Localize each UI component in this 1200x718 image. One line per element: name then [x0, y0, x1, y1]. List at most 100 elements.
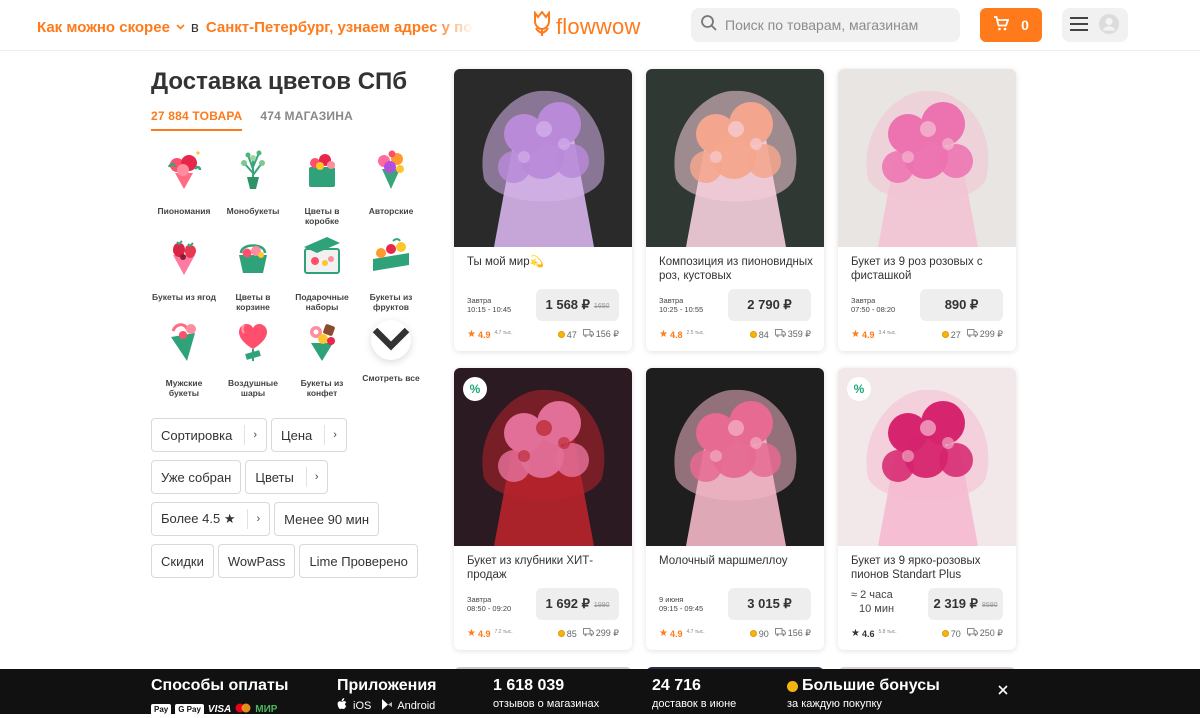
product-card[interactable]: Букет из 9 роз розовых с фисташкой Завтр…	[838, 69, 1016, 351]
category-berries[interactable]: Букеты из ягод	[151, 231, 217, 307]
chevron-down-icon[interactable]	[176, 22, 185, 33]
delivery-day: Завтра	[467, 296, 492, 305]
filter-ready[interactable]: Уже собран	[151, 460, 242, 494]
filter-label: Сортировка	[161, 427, 233, 443]
mens-bouquet-icon	[161, 317, 207, 368]
rating: ★ 4.9 4.7 тыс.	[659, 628, 705, 639]
product-name[interactable]: Букет из 9 роз розовых с фисташкой	[851, 255, 1006, 283]
candy-bouquet-icon	[299, 317, 345, 368]
product-name[interactable]: Молочный маршмеллоу	[659, 554, 814, 568]
city-label[interactable]: Санкт-Петербург, узнаем адрес у получате…	[206, 19, 474, 36]
apps-title: Приложения	[337, 677, 437, 694]
review-count: 4.7 тыс.	[494, 330, 513, 336]
search-input[interactable]	[725, 17, 955, 33]
price-box[interactable]: 1 568 ₽ 1650	[536, 289, 619, 321]
old-price: 8590	[981, 602, 998, 609]
product-photo[interactable]	[838, 69, 1016, 247]
menu-button[interactable]	[1062, 8, 1128, 42]
product-name[interactable]: Букет из 9 ярко-розовых пионов Standart …	[851, 554, 1006, 582]
city-selector[interactable]: Санкт-Петербург, узнаем адрес у получате…	[206, 19, 474, 36]
category-candy[interactable]: Букеты из конфет	[289, 317, 355, 398]
ios-link[interactable]: iOS	[353, 700, 371, 712]
bonus-block[interactable]: Большие бонусы за каждую покупку	[787, 677, 940, 710]
chevron-down-icon[interactable]	[371, 320, 411, 360]
filter-chips: Сортировка › Цена › Уже собран Цветы › Боле…	[151, 418, 436, 578]
filter-label: Цена	[281, 427, 313, 443]
filter-lime[interactable]: Lime Проверено	[299, 544, 418, 578]
filter-wowpass[interactable]: WowPass	[217, 544, 296, 578]
filter-rating[interactable]: Более 4.5 ★ ›	[151, 502, 271, 536]
price-box[interactable]: 1 692 ₽ 1990	[536, 588, 619, 620]
bonus-coin-icon	[941, 630, 949, 637]
apple-icon	[337, 698, 348, 713]
price-box[interactable]: 2 319 ₽ 8590	[928, 588, 1003, 620]
star-icon: ★	[467, 329, 476, 340]
product-card[interactable]: % Букет из 9 ярко-розовых пионов Standar…	[838, 368, 1016, 650]
category-gift-sets[interactable]: Подарочные наборы	[289, 231, 355, 312]
category-mens[interactable]: Мужские букеты	[151, 317, 217, 398]
android-link[interactable]: Android	[397, 700, 435, 712]
filter-price[interactable]: Цена ›	[271, 418, 347, 452]
tab-products[interactable]: 27 884 ТОВАРА	[151, 109, 243, 131]
filter-fast[interactable]: Менее 90 мин	[274, 502, 380, 536]
price: 1 692 ₽	[545, 596, 590, 611]
tab-shops[interactable]: 474 МАГАЗИНА	[260, 109, 353, 131]
hamburger-icon	[1070, 16, 1088, 34]
visa-icon: VISA	[207, 703, 232, 715]
price-box[interactable]: 890 ₽	[920, 289, 1003, 321]
cart-icon	[993, 16, 1010, 34]
product-photo[interactable]: %	[454, 368, 632, 546]
search-box[interactable]	[691, 8, 960, 42]
product-name[interactable]: Композиция из пионовидных роз, кустовых	[659, 255, 814, 283]
category-label: Воздушные шары	[228, 378, 278, 398]
logo[interactable]: flowwow	[532, 10, 641, 42]
product-name[interactable]: Букет из клубники ХИТ-продаж	[467, 554, 622, 582]
product-photo[interactable]	[646, 368, 824, 546]
review-count: 5.8 тыс.	[878, 629, 897, 635]
page-title: Доставка цветов СПб	[151, 68, 408, 95]
close-icon[interactable]	[995, 682, 1011, 698]
card-footer: ★ 4.9 7.2 тыс. 85 299 ₽	[467, 628, 619, 639]
delivery-selector[interactable]: Как можно скорее в Санкт-Петербург, узна…	[37, 19, 474, 36]
product-card[interactable]: Молочный маршмеллоу 9 июня 09:15 - 09:45…	[646, 368, 824, 650]
delivery-cost: 156 ₽	[787, 628, 811, 638]
category-balloons[interactable]: Воздушные шары	[220, 317, 286, 398]
price-box[interactable]: 2 790 ₽	[728, 289, 811, 321]
cart-button[interactable]: 0	[980, 8, 1042, 42]
filter-sort[interactable]: Сортировка ›	[151, 418, 268, 452]
product-photo[interactable]	[454, 69, 632, 247]
card-footer: ★ 4.6 5.8 тыс. 70 250 ₽	[851, 628, 1003, 639]
reviews-count: 1 618 039	[493, 677, 565, 694]
product-card[interactable]: Ты мой мир💫 Завтра 10:15 - 10:45 1 568 ₽…	[454, 69, 632, 351]
chevron-right-icon: ›	[253, 429, 258, 441]
card-stats: 84 359 ₽	[749, 329, 811, 340]
product-name[interactable]: Ты мой мир💫	[467, 255, 622, 269]
card-stats: 70 250 ₽	[941, 628, 1003, 639]
filter-label: Менее 90 мин	[284, 511, 370, 527]
category-peony[interactable]: Пиономания	[151, 145, 217, 221]
delivery-time: 07:50 - 08:20	[851, 305, 896, 314]
product-photo[interactable]: %	[838, 368, 1016, 546]
category-author[interactable]: Авторские	[358, 145, 424, 221]
fruit-bouquet-icon	[368, 231, 414, 282]
product-card[interactable]: % Букет из клубники ХИТ-продаж Завтра 08…	[454, 368, 632, 650]
category-basket[interactable]: Цветы в корзине	[220, 231, 286, 312]
filter-discounts[interactable]: Скидки	[151, 544, 214, 578]
rating-value: 4.9	[861, 329, 875, 340]
category-fruits[interactable]: Букеты из фруктов	[358, 231, 424, 312]
reviews-block: 1 618 039 отзывов о магазинах	[493, 677, 599, 710]
category-mono[interactable]: Монобукеты	[220, 145, 286, 221]
filter-label: Lime Проверено	[309, 553, 408, 569]
flower-basket-icon	[230, 231, 276, 282]
category-flower-box[interactable]: Цветы в коробке	[289, 145, 355, 226]
product-card[interactable]: Композиция из пионовидных роз, кустовых …	[646, 69, 824, 351]
category-view-all[interactable]: Смотреть все	[358, 317, 424, 393]
card-stats: 85 299 ₽	[557, 628, 619, 639]
promo-bar: Способы оплаты Pay G Pay VISA МИР Прилож…	[0, 669, 1200, 715]
result-tabs: 27 884 ТОВАРА 474 МАГАЗИНА	[151, 109, 353, 131]
product-photo[interactable]	[646, 69, 824, 247]
filter-flowers[interactable]: Цветы ›	[245, 460, 329, 494]
delivery-time[interactable]: Как можно скорее	[37, 19, 170, 36]
price-box[interactable]: 3 015 ₽	[728, 588, 811, 620]
rating-value: 4.6	[861, 628, 875, 639]
